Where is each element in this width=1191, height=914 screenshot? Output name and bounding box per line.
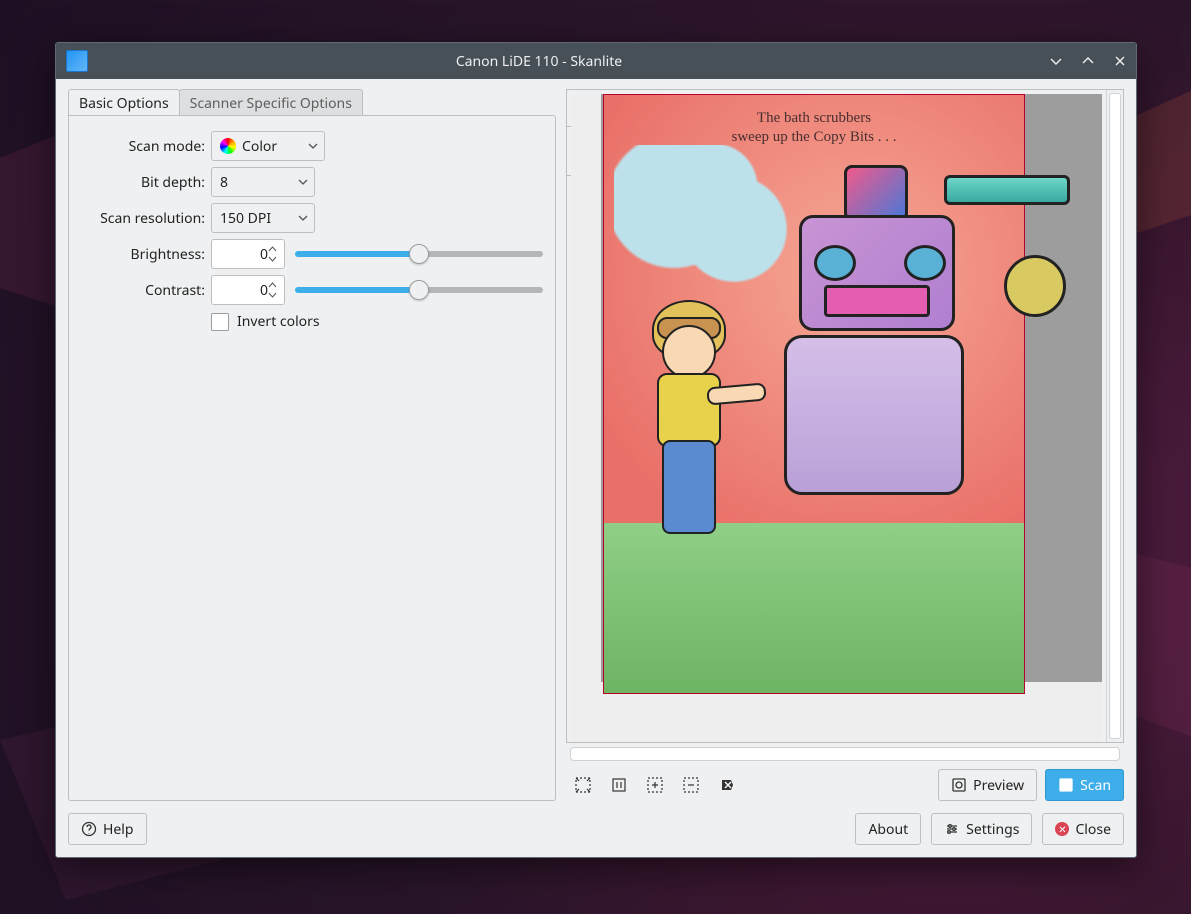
options-panel: Basic Options Scanner Specific Options S… — [68, 89, 556, 801]
about-button[interactable]: About — [855, 813, 921, 845]
page-caption-line2: sweep up the Copy Bits . . . — [604, 128, 1024, 147]
maximize-button[interactable] — [1072, 43, 1104, 79]
chevron-down-icon — [308, 141, 318, 151]
scan-resolution-value: 150 DPI — [220, 209, 271, 228]
bit-depth-combo[interactable]: 8 — [211, 167, 315, 197]
preview-button[interactable]: Preview — [938, 769, 1037, 801]
brightness-thumb[interactable] — [409, 244, 429, 264]
scan-mode-value: Color — [242, 137, 277, 156]
chevron-down-icon — [298, 213, 308, 223]
contrast-value: 0 — [212, 281, 270, 300]
titlebar: Canon LiDE 110 - Skanlite — [56, 43, 1136, 79]
app-icon — [66, 50, 88, 72]
app-window: Canon LiDE 110 - Skanlite Basic Options … — [55, 42, 1137, 858]
brightness-slider[interactable] — [295, 240, 543, 268]
zoom-original-icon[interactable] — [610, 776, 628, 794]
contrast-spinbox[interactable]: 0 — [211, 275, 285, 305]
bit-depth-value: 8 — [220, 173, 228, 192]
preview-horizontal-scrollbar[interactable] — [570, 747, 1120, 761]
brightness-label: Brightness: — [81, 245, 211, 264]
zoom-out-icon[interactable] — [682, 776, 700, 794]
zoom-fit-icon[interactable] — [574, 776, 592, 794]
contrast-slider[interactable] — [295, 276, 543, 304]
scan-mode-label: Scan mode: — [81, 137, 211, 156]
close-app-button[interactable]: ✕ Close — [1042, 813, 1124, 845]
zoom-in-icon[interactable] — [646, 776, 664, 794]
page-caption-line1: The bath scrubbers — [604, 109, 1024, 128]
help-icon — [81, 821, 97, 837]
preview-viewport[interactable]: The bath scrubbers sweep up the Copy Bit… — [571, 94, 1102, 742]
basic-options-panel: Scan mode: Color Bit depth: 8 — [68, 115, 556, 801]
scan-resolution-label: Scan resolution: — [81, 209, 211, 228]
scan-button[interactable]: Scan — [1045, 769, 1124, 801]
preview-frame: The bath scrubbers sweep up the Copy Bit… — [566, 89, 1124, 743]
preview-panel: The bath scrubbers sweep up the Copy Bit… — [566, 89, 1124, 801]
scan-mode-combo[interactable]: Color — [211, 131, 325, 161]
preview-vertical-scrollbar[interactable] — [1106, 90, 1123, 742]
checkbox-box-icon — [211, 313, 229, 331]
chevron-down-icon — [298, 177, 308, 187]
scan-resolution-combo[interactable]: 150 DPI — [211, 203, 315, 233]
close-button[interactable] — [1104, 43, 1136, 79]
invert-colors-label: Invert colors — [237, 312, 320, 331]
contrast-label: Contrast: — [81, 281, 211, 300]
contrast-thumb[interactable] — [409, 280, 429, 300]
bit-depth-label: Bit depth: — [81, 173, 211, 192]
scan-selection[interactable]: The bath scrubbers sweep up the Copy Bit… — [603, 94, 1025, 694]
help-button[interactable]: Help — [68, 813, 147, 845]
color-wheel-icon — [220, 138, 236, 154]
scanned-image: The bath scrubbers sweep up the Copy Bit… — [604, 95, 1024, 693]
close-icon: ✕ — [1055, 822, 1069, 836]
scan-icon — [1058, 777, 1074, 793]
brightness-value: 0 — [212, 245, 270, 264]
minimize-button[interactable] — [1040, 43, 1072, 79]
clear-selection-icon[interactable] — [718, 776, 736, 794]
invert-colors-checkbox[interactable]: Invert colors — [211, 312, 543, 331]
settings-icon — [944, 821, 960, 837]
settings-button[interactable]: Settings — [931, 813, 1032, 845]
preview-icon — [951, 777, 967, 793]
brightness-spinbox[interactable]: 0 — [211, 239, 285, 269]
tab-basic-options[interactable]: Basic Options — [68, 89, 180, 115]
window-title: Canon LiDE 110 - Skanlite — [98, 52, 1040, 71]
tab-scanner-specific-options[interactable]: Scanner Specific Options — [179, 89, 363, 115]
